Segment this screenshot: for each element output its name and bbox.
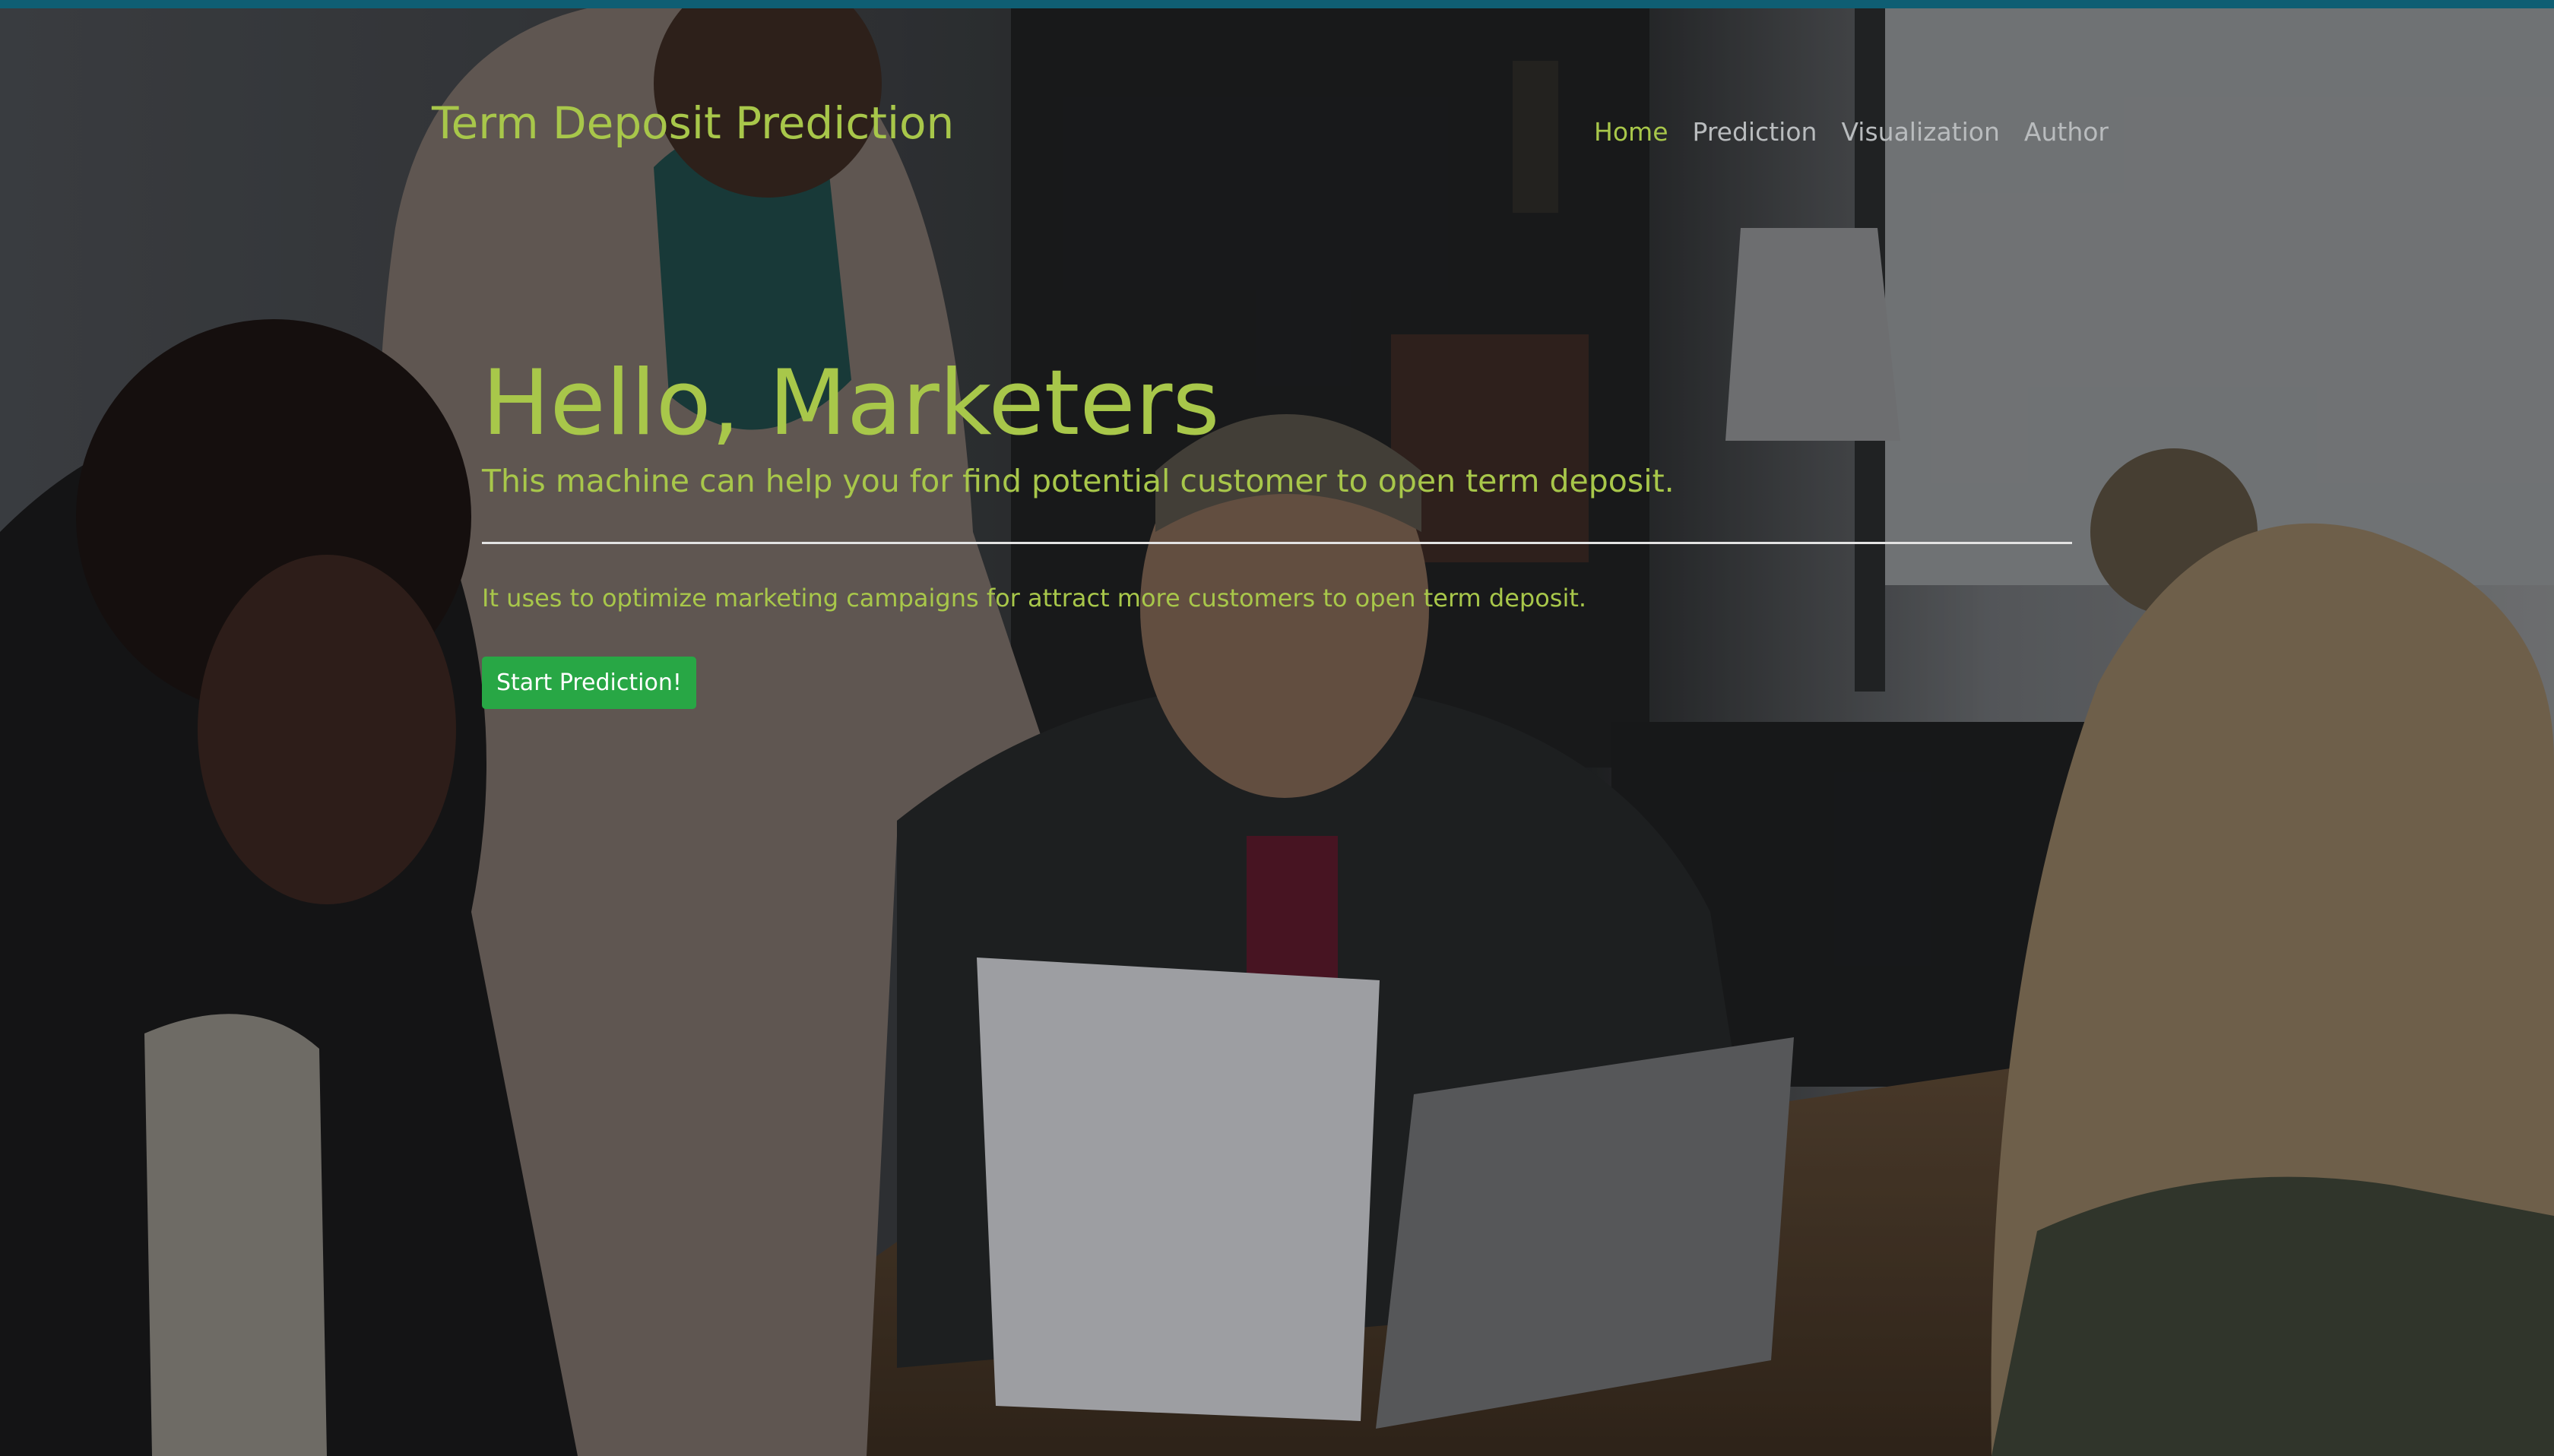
nav-item-prediction[interactable]: Prediction	[1693, 117, 1817, 147]
top-accent-bar	[0, 0, 2554, 8]
page: Term Deposit Prediction Home Prediction …	[0, 0, 2554, 1456]
hero-description: It uses to optimize marketing campaigns …	[482, 583, 1587, 612]
nav-item-visualization[interactable]: Visualization	[1841, 117, 1999, 147]
hero-section: Hello, Marketers This machine can help y…	[482, 350, 2072, 709]
hero-divider	[482, 541, 2072, 544]
hero-lead: This machine can help you for find poten…	[482, 462, 1675, 499]
nav-item-home[interactable]: Home	[1594, 117, 1668, 147]
main-nav: Home Prediction Visualization Author	[1594, 117, 2109, 147]
background-overlay	[0, 0, 2554, 1456]
hero-title: Hello, Marketers	[482, 351, 1220, 456]
start-prediction-button[interactable]: Start Prediction!	[482, 656, 696, 709]
nav-item-author[interactable]: Author	[2024, 117, 2109, 147]
brand-title[interactable]: Term Deposit Prediction	[432, 97, 954, 149]
